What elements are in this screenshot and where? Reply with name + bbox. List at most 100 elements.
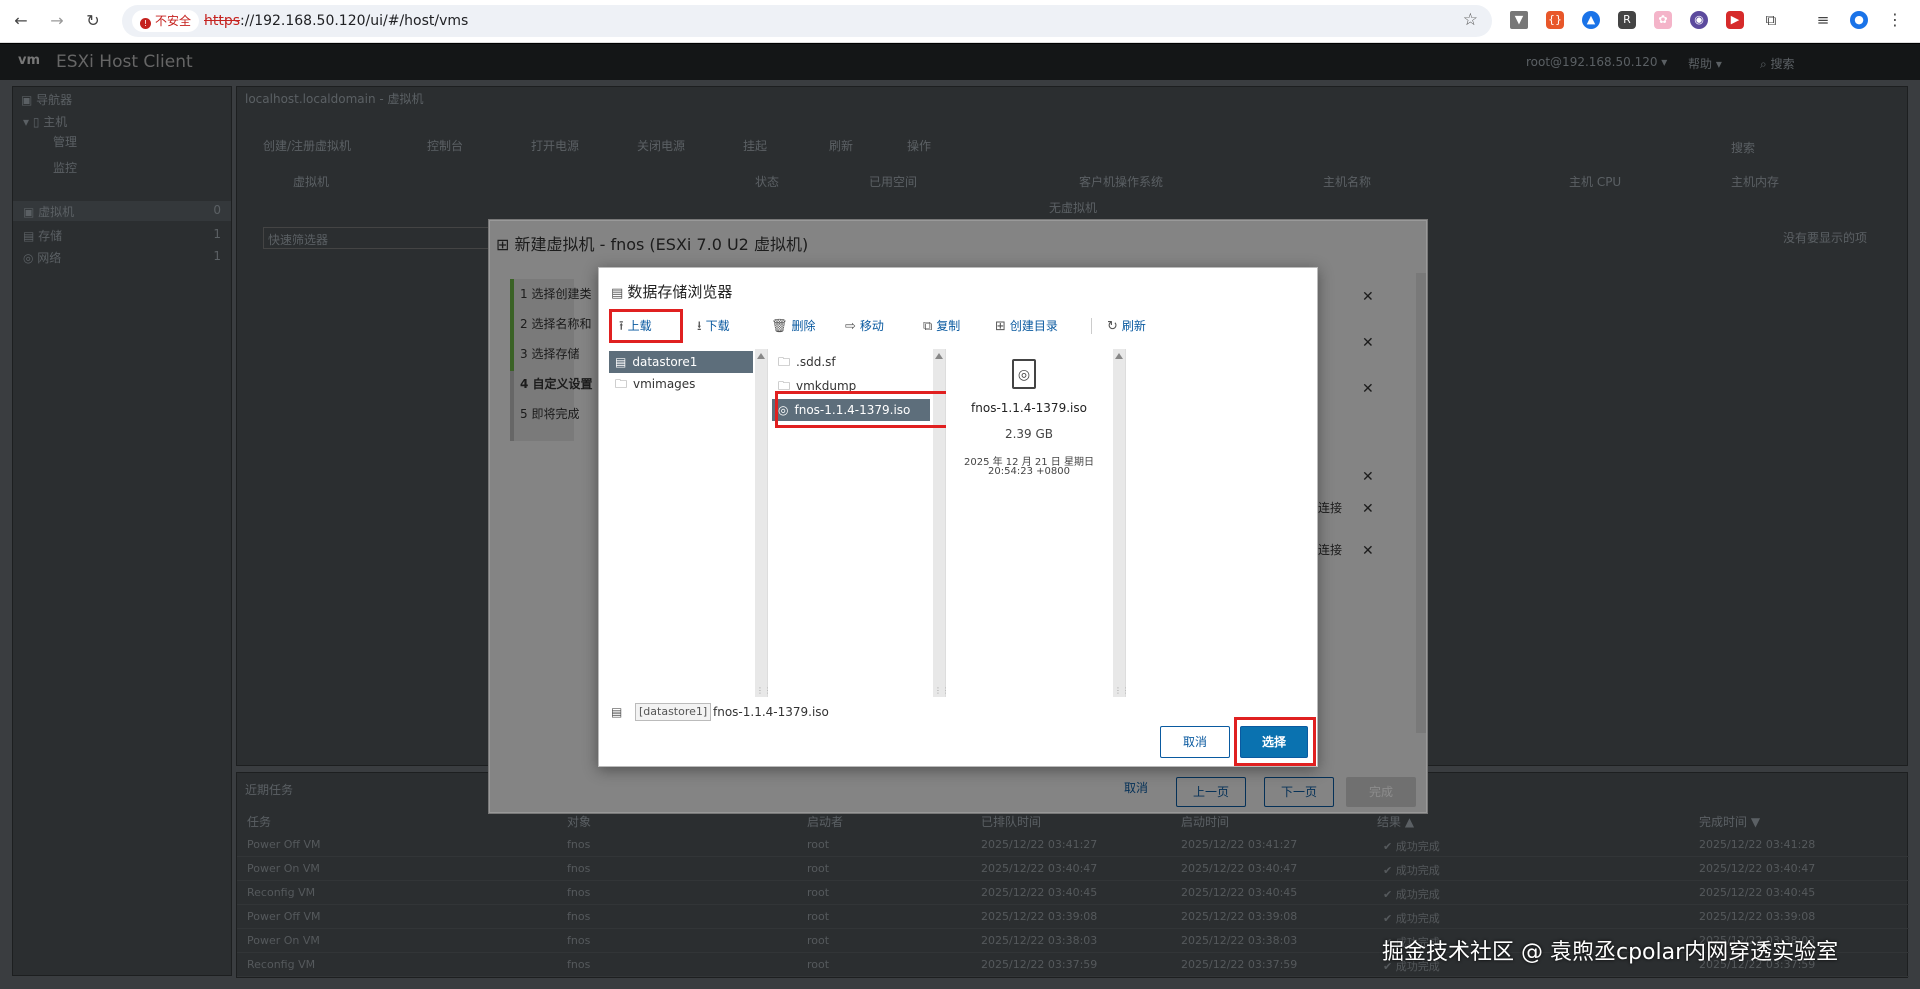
download-button[interactable]: ⭳ 下载 [697, 314, 730, 338]
help-menu[interactable]: 帮助 ▾ [1688, 55, 1722, 72]
preview-time: 20:54:23 +0800 [988, 466, 1070, 477]
datastore-column-scrollbar[interactable] [755, 349, 772, 697]
refresh-button[interactable]: 刷新 [829, 137, 853, 154]
task-cell-done: 2025/12/22 03:40:45 [1699, 886, 1816, 899]
tasks-col-completed[interactable]: 完成时间 ▼ [1699, 813, 1760, 830]
dsb-cancel-button[interactable]: 取消 [1160, 726, 1230, 758]
task-cell-done: 2025/12/22 03:39:08 [1699, 910, 1816, 923]
task-row[interactable]: Reconfig VM fnos root 2025/12/22 03:40:45 20… [237, 881, 1909, 905]
header-search[interactable]: ⌕ 搜索 [1760, 55, 1795, 72]
extension-pink-icon[interactable]: ✿ [1654, 11, 1672, 29]
preview-size: 2.39 GB [1004, 427, 1054, 441]
preview-column: ◎ fnos-1.1.4-1379.iso 2.39 GB 2025 年 12 … [946, 349, 1130, 697]
tasks-col-start[interactable]: 启动时间 [1181, 813, 1229, 830]
copy-button[interactable]: ⧉ 复制 [923, 314, 960, 338]
url-text[interactable]: https://192.168.50.120/ui/#/host/vms [204, 5, 468, 37]
datastore-path-icon: ▤ [611, 705, 623, 719]
media-control-icon[interactable]: ≡ [1814, 11, 1832, 29]
extension-play-icon[interactable]: ▶ [1726, 11, 1744, 29]
task-cell-task: Reconfig VM [247, 958, 316, 971]
col-state[interactable]: 状态 [755, 173, 779, 190]
task-row[interactable]: Power Off VM fnos root 2025/12/22 03:41:27 2… [237, 833, 1909, 857]
back-arrow-icon[interactable]: ← [9, 9, 33, 33]
path-filename: fnos-1.1.4-1379.iso [713, 705, 829, 719]
task-cell-queued: 2025/12/22 03:38:03 [981, 934, 1098, 947]
task-cell-queued: 2025/12/22 03:40:47 [981, 862, 1098, 875]
nav-monitor[interactable]: 监控 [53, 159, 77, 176]
tasks-col-queued[interactable]: 已排队时间 [981, 813, 1041, 830]
forward-arrow-icon[interactable]: → [45, 9, 69, 33]
col-used[interactable]: 已用空间 [869, 173, 917, 190]
address-bar[interactable]: ! 不安全 https://192.168.50.120/ui/#/host/vm… [122, 5, 1492, 37]
task-cell-done: 2025/12/22 03:41:28 [1699, 838, 1816, 851]
task-cell-result: ✔ 成功完成 [1383, 912, 1440, 925]
task-cell-start: 2025/12/22 03:38:03 [1181, 934, 1298, 947]
vmware-logo: vm [18, 53, 41, 68]
nav-storage[interactable]: ▤ 存储 1 [13, 225, 231, 245]
no-items-label: 没有要显示的项 [1783, 231, 1868, 245]
col-hostname[interactable]: 主机名称 [1323, 173, 1371, 190]
task-cell-by: root [807, 910, 830, 923]
nav-manage[interactable]: 管理 [53, 133, 77, 150]
star-icon[interactable]: ☆ [1463, 10, 1478, 30]
reload-icon[interactable]: ↻ [81, 9, 105, 33]
security-chip[interactable]: ! 不安全 [132, 10, 200, 32]
tasks-col-initiator[interactable]: 启动者 [807, 813, 843, 830]
task-cell-queued: 2025/12/22 03:39:08 [981, 910, 1098, 923]
task-row[interactable]: Power On VM fnos root 2025/12/22 03:40:47 20… [237, 857, 1909, 881]
tasks-col-object[interactable]: 对象 [567, 813, 591, 830]
refresh-icon: ↻ [1107, 319, 1118, 334]
task-cell-by: root [807, 934, 830, 947]
power-on-button[interactable]: 打开电源 [531, 137, 579, 154]
toolbar-divider [1091, 318, 1092, 334]
tasks-col-task[interactable]: 任务 [247, 813, 271, 830]
tasks-col-result[interactable]: 结果 ▲ [1377, 813, 1414, 830]
power-off-button[interactable]: 关闭电源 [637, 137, 685, 154]
nav-network-label: 网络 [37, 251, 62, 265]
vms-search[interactable]: 搜索 [1731, 139, 1755, 156]
recent-tasks-title: 近期任务 [245, 783, 294, 797]
suspend-button[interactable]: 挂起 [743, 137, 767, 154]
task-cell-obj: fnos [567, 862, 591, 875]
actions-button[interactable]: 操作 [907, 137, 931, 154]
task-cell-result: ✔ 成功完成 [1383, 888, 1440, 901]
extension-bracket-icon[interactable]: {} [1546, 11, 1564, 29]
header-search-label: 搜索 [1770, 57, 1795, 71]
nav-host[interactable]: ▾ ▯ 主机 [23, 113, 67, 130]
console-button[interactable]: 控制台 [427, 137, 463, 154]
move-button[interactable]: ⇨ 移动 [845, 314, 884, 338]
warning-icon: ! [140, 18, 151, 29]
vmimages-item[interactable]: 🗀 vmimages [609, 373, 695, 395]
quick-filter-input[interactable]: 快速筛选器 [263, 227, 493, 249]
extension-r-icon[interactable]: R [1618, 11, 1636, 29]
extension-circle-icon[interactable]: ◉ [1690, 11, 1708, 29]
task-cell-queued: 2025/12/22 03:37:59 [981, 958, 1098, 971]
col-guest-os[interactable]: 客户机操作系统 [1079, 173, 1163, 190]
datastore1-item[interactable]: ▤ datastore1 [609, 351, 753, 373]
nav-network[interactable]: ◎ 网络 1 [13, 247, 231, 267]
create-directory-button[interactable]: ⊞ 创建目录 [995, 314, 1058, 338]
refresh-label: 刷新 [1121, 319, 1146, 333]
col-vm[interactable]: 虚拟机 [293, 173, 329, 190]
sdd-sf-item[interactable]: 🗀 .sdd.sf [772, 351, 836, 373]
refresh-button[interactable]: ↻ 刷新 [1107, 314, 1146, 338]
watermark: 掘金技术社区 @ 袁煦丞cpolar内网穿透实验室 [1382, 940, 1839, 965]
dsb-title: ▤ 数据存储浏览器 [611, 281, 732, 302]
extension-upload-icon[interactable]: ▲ [1582, 11, 1600, 29]
nav-vms[interactable]: ▣ 虚拟机 0 [13, 201, 231, 221]
datastore-column: ▤ datastore1 🗀 vmimages [609, 349, 772, 697]
profile-avatar-icon[interactable]: ● [1850, 11, 1868, 29]
extensions-puzzle-icon[interactable]: ⧉ [1762, 11, 1780, 29]
create-vm-button[interactable]: 创建/注册虚拟机 [263, 137, 351, 154]
menu-kebab-icon[interactable]: ⋮ [1886, 11, 1904, 29]
preview-column-scrollbar[interactable] [1113, 349, 1130, 697]
col-host-mem[interactable]: 主机内存 [1731, 173, 1779, 190]
extension-v-icon[interactable]: ▼ [1510, 11, 1528, 29]
vmimages-label: vmimages [633, 377, 696, 391]
task-row[interactable]: Power Off VM fnos root 2025/12/22 03:39:08 2… [237, 905, 1909, 929]
col-host-cpu[interactable]: 主机 CPU [1569, 173, 1621, 190]
delete-button[interactable]: 🗑︎ 删除 [771, 314, 816, 338]
datastore-browser-icon: ▤ [611, 286, 628, 301]
task-cell-task: Power On VM [247, 934, 320, 947]
user-menu[interactable]: root@192.168.50.120 ▾ [1526, 55, 1667, 69]
